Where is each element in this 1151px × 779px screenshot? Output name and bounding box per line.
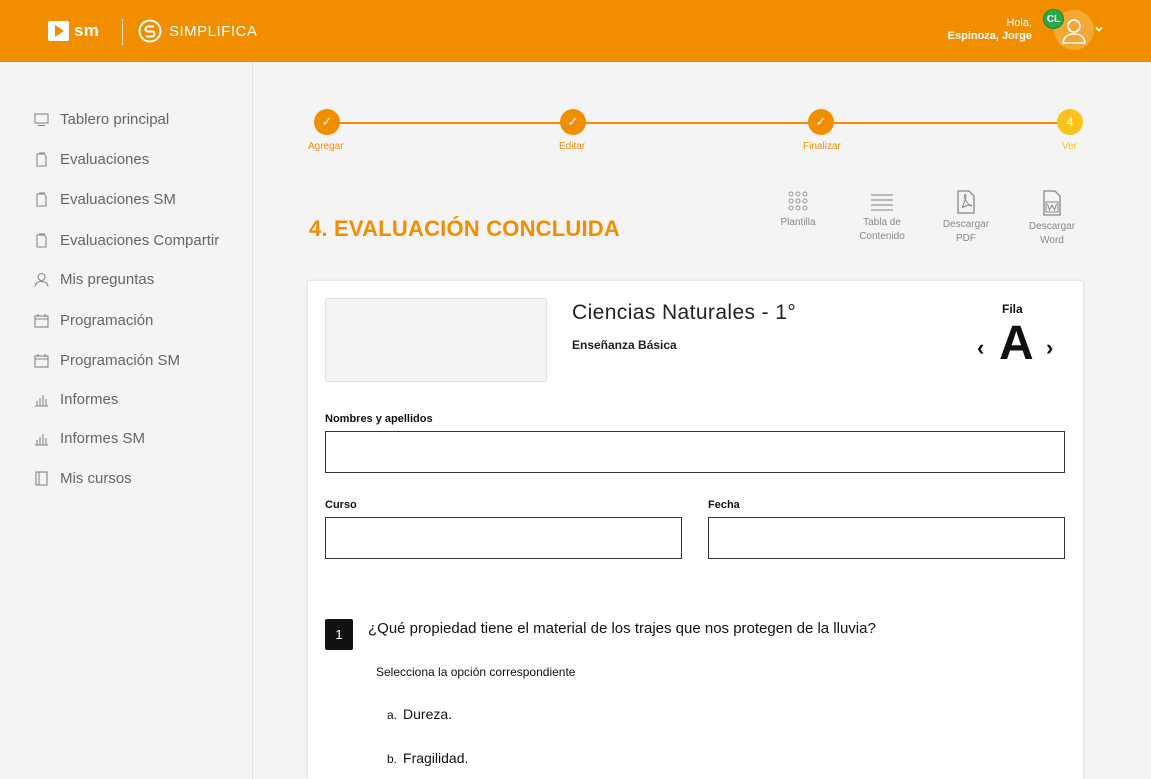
document-icon <box>36 151 47 167</box>
sidebar-item-label: Informes SM <box>60 429 146 447</box>
top-bar: sm SIMPLIFICA Hola, Espinoza, Jorge CL <box>0 0 1151 62</box>
user-greeting: Hola, Espinoza, Jorge <box>948 17 1032 43</box>
step-editar[interactable]: ✓ <box>560 109 586 135</box>
grid-dots-icon <box>788 191 808 211</box>
sidebar-item-evaluaciones[interactable]: Evaluaciones <box>34 148 149 170</box>
option-letter: b. <box>387 752 398 766</box>
fila-label: Fila <box>1002 302 1023 316</box>
evaluation-card: Ciencias Naturales - 1° Enseñanza Básica… <box>308 281 1083 779</box>
sidebar-item-evaluaciones-sm[interactable]: Evaluaciones SM <box>34 188 176 210</box>
nombres-field[interactable] <box>325 431 1065 473</box>
sidebar-item-label: Evaluaciones <box>60 150 150 168</box>
sm-logo-text: sm <box>74 21 100 40</box>
bar-chart-icon <box>35 433 48 446</box>
step-ver[interactable]: 4 <box>1057 109 1083 135</box>
sidebar-item-label: Programación <box>60 311 154 329</box>
subject-title: Ciencias Naturales - 1° <box>572 301 797 324</box>
question-text: ¿Qué propiedad tiene el material de los … <box>368 620 876 637</box>
nombres-label: Nombres y apellidos <box>325 413 433 425</box>
sidebar-item-label: Tablero principal <box>60 110 170 128</box>
sidebar-item-mis-preguntas[interactable]: Mis preguntas <box>34 268 154 290</box>
page-title: 4. EVALUACIÓN CONCLUIDA <box>309 216 620 241</box>
greeting-text: Hola, <box>1006 17 1032 29</box>
sidebar-item-evaluaciones-compartir[interactable]: Evaluaciones Compartir <box>34 229 219 251</box>
book-icon <box>35 470 48 486</box>
sidebar-item-programacion[interactable]: Programación <box>34 309 153 331</box>
step-label-finalizar: Finalizar <box>803 141 841 152</box>
user-avatar-icon <box>1062 19 1086 44</box>
pdf-label-2: PDF <box>956 233 976 244</box>
fila-next-button[interactable]: › <box>1046 335 1053 361</box>
fecha-label: Fecha <box>708 499 740 511</box>
option-b[interactable]: b. Fragilidad. <box>387 750 468 766</box>
monitor-icon <box>34 112 49 126</box>
sidebar-item-label: Programación SM <box>60 351 181 369</box>
chevron-down-icon[interactable] <box>1094 24 1104 34</box>
list-lines-icon <box>871 194 893 211</box>
option-a[interactable]: a. Dureza. <box>387 706 452 722</box>
step-finalizar[interactable]: ✓ <box>808 109 834 135</box>
sidebar-item-label: Mis preguntas <box>60 270 155 288</box>
user-icon <box>34 272 49 287</box>
progress-stepper: ✓ ✓ ✓ 4 Agregar Editar Finalizar Ver <box>308 109 1084 159</box>
curso-label: Curso <box>325 499 357 511</box>
step-label-agregar: Agregar <box>308 141 344 152</box>
question-number: 1 <box>325 619 353 650</box>
pdf-label-1: Descargar <box>942 219 990 230</box>
user-name: Espinoza, Jorge <box>947 30 1032 42</box>
country-badge: CL <box>1043 9 1064 29</box>
sidebar-item-label: Evaluaciones SM <box>60 190 176 208</box>
step-label-ver: Ver <box>1062 141 1078 152</box>
option-letter: a. <box>387 708 398 722</box>
step-label-editar: Editar <box>559 141 586 152</box>
tabla-label-2: Contenido <box>859 231 905 242</box>
sidebar-item-informes[interactable]: Informes <box>34 388 118 410</box>
descargar-word-button[interactable]: Descargar Word <box>1022 190 1082 248</box>
curso-field[interactable] <box>325 517 682 559</box>
question-instruction: Selecciona la opción correspondiente <box>376 665 576 679</box>
sm-logo[interactable]: sm <box>48 21 99 41</box>
image-placeholder <box>325 298 547 382</box>
sm-play-icon <box>48 21 69 41</box>
sidebar-item-mis-cursos[interactable]: Mis cursos <box>34 467 132 489</box>
document-icon <box>36 191 47 207</box>
word-label-2: Word <box>1040 235 1064 246</box>
simplifica-s-icon <box>138 19 162 43</box>
simplifica-logo[interactable]: SIMPLIFICA <box>138 19 257 43</box>
fila-value: A <box>999 317 1034 370</box>
plantilla-button[interactable]: Plantilla <box>768 190 828 230</box>
sidebar-item-label: Informes <box>60 390 119 408</box>
option-text: Dureza. <box>403 706 453 722</box>
word-label-1: Descargar <box>1028 221 1076 232</box>
descargar-pdf-button[interactable]: Descargar PDF <box>936 190 996 246</box>
calendar-icon <box>34 313 49 328</box>
document-icon <box>36 232 47 248</box>
fila-prev-button[interactable]: ‹ <box>977 335 984 361</box>
sidebar-item-label: Evaluaciones Compartir <box>60 231 220 249</box>
tabla-contenido-button[interactable]: Tabla de Contenido <box>852 190 912 244</box>
sidebar-item-informes-sm[interactable]: Informes SM <box>34 427 145 449</box>
calendar-icon <box>34 353 49 368</box>
logo-divider <box>122 19 123 45</box>
stepper-line <box>326 122 1070 124</box>
word-file-icon <box>1043 190 1061 216</box>
fecha-field[interactable] <box>708 517 1065 559</box>
pdf-file-icon <box>957 190 975 214</box>
option-text: Fragilidad. <box>403 750 469 766</box>
sidebar-item-tablero[interactable]: Tablero principal <box>34 108 169 130</box>
bar-chart-icon <box>35 394 48 407</box>
sidebar-item-programacion-sm[interactable]: Programación SM <box>34 349 180 371</box>
step-agregar[interactable]: ✓ <box>314 109 340 135</box>
tabla-label-1: Tabla de <box>863 217 901 228</box>
plantilla-label: Plantilla <box>780 217 816 228</box>
simplifica-logo-text: SIMPLIFICA <box>169 22 258 40</box>
education-level: Enseñanza Básica <box>572 338 677 352</box>
sidebar-item-label: Mis cursos <box>60 469 132 487</box>
